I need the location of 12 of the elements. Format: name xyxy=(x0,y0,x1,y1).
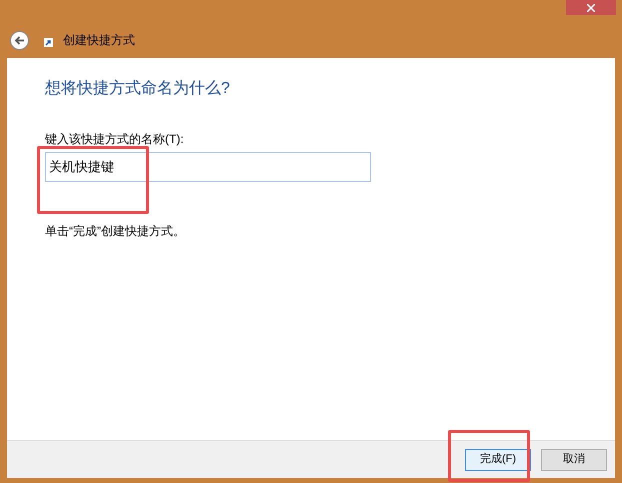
window-title: 创建快捷方式 xyxy=(63,32,135,49)
dialog-heading: 想将快捷方式命名为什么? xyxy=(45,78,231,99)
name-field[interactable]: 关机快捷键 xyxy=(45,152,371,182)
dialog-button[interactable]: 完成(F) xyxy=(465,448,531,470)
hint-text: 单击“完成”创建快捷方式。 xyxy=(45,223,186,240)
close-button[interactable] xyxy=(566,0,616,15)
close-icon xyxy=(587,4,595,12)
dialog-button[interactable]: 取消 xyxy=(541,448,607,470)
shortcut-icon xyxy=(44,38,53,47)
back-arrow-icon xyxy=(14,35,25,46)
field-label: 键入该快捷方式的名称(T): xyxy=(45,131,185,148)
back-button[interactable] xyxy=(10,31,29,50)
